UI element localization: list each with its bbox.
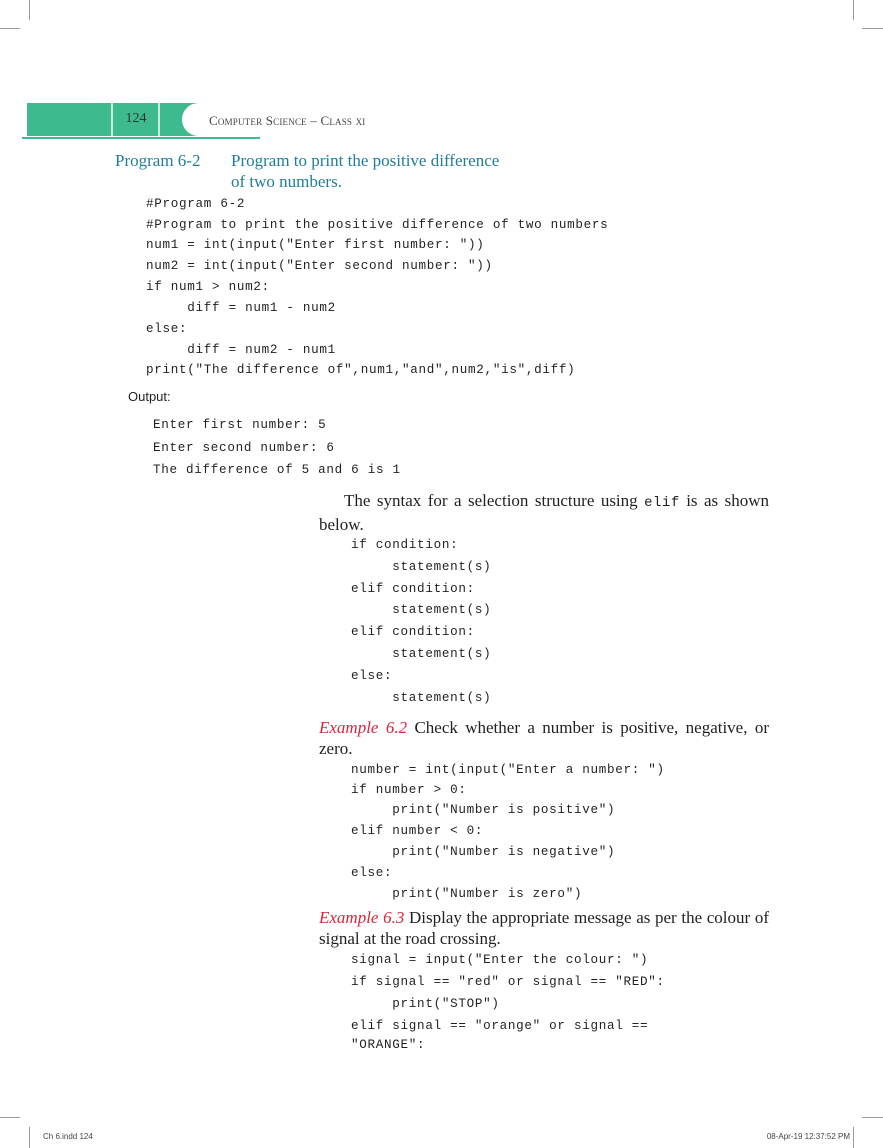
code-line: num2 = int(input("Enter second number: "… (146, 259, 493, 273)
example-label: Example 6.3 (319, 908, 405, 927)
code-line: statement(s) (351, 647, 492, 661)
footer-timestamp: 08-Apr-19 12:37:52 PM (766, 1132, 850, 1141)
code-line: print("Number is zero") (351, 887, 583, 901)
code-line: print("STOP") (351, 997, 500, 1011)
code-line: else: (351, 866, 393, 880)
code-line: num1 = int(input("Enter first number: ")… (146, 238, 485, 252)
code-line: print("The difference of",num1,"and",num… (146, 363, 576, 377)
crop-mark (0, 1117, 20, 1118)
syntax-paragraph: The syntax for a selection structure usi… (319, 490, 769, 535)
crop-mark (853, 1127, 854, 1148)
program-title-line2: of two numbers. (231, 172, 342, 191)
header-divider (111, 103, 113, 136)
code-line: else: (351, 669, 393, 683)
crop-mark (29, 1127, 30, 1148)
inline-code-elif: elif (644, 495, 680, 511)
code-line: if number > 0: (351, 783, 467, 797)
program-title-line1: Program to print the positive difference (231, 151, 500, 170)
code-line: #Program 6-2 (146, 197, 246, 211)
code-line: signal = input("Enter the colour: ") (351, 953, 649, 967)
syntax-text: The syntax for a selection structure usi… (344, 491, 645, 510)
code-line: "ORANGE": (351, 1038, 426, 1052)
code-line: if num1 > num2: (146, 280, 270, 294)
page-number: 124 (125, 111, 147, 126)
code-line: #Program to print the positive differenc… (146, 218, 609, 232)
running-head: Computer Science – Class xi (209, 113, 366, 128)
crop-mark (29, 0, 30, 20)
code-line: diff = num2 - num1 (146, 343, 336, 357)
crop-mark (0, 28, 20, 29)
code-line: print("Number is negative") (351, 845, 616, 859)
footer-file-info: Ch 6.indd 124 (43, 1132, 93, 1141)
code-line: elif signal == "orange" or signal == (351, 1019, 649, 1033)
example-6-3-statement: Example 6.3 Display the appropriate mess… (319, 907, 769, 949)
code-line: statement(s) (351, 691, 492, 705)
output-label: Output: (128, 389, 171, 404)
code-line: elif number < 0: (351, 824, 484, 838)
example-label: Example 6.2 (319, 718, 408, 737)
crop-mark (862, 1117, 883, 1118)
code-line: diff = num1 - num2 (146, 301, 336, 315)
code-line: elif condition: (351, 582, 475, 596)
program-number: Program 6-2 (115, 151, 201, 170)
example-6-2-statement: Example 6.2 Check whether a number is po… (319, 717, 769, 759)
code-line: if condition: (351, 538, 459, 552)
program-caption: Program 6-2 Program to print the positive… (115, 150, 499, 192)
output-line: The difference of 5 and 6 is 1 (153, 463, 401, 477)
code-line: number = int(input("Enter a number: ") (351, 763, 665, 777)
header-underline (22, 137, 260, 139)
output-line: Enter first number: 5 (153, 418, 327, 432)
crop-mark (853, 0, 854, 20)
output-line: Enter second number: 6 (153, 441, 335, 455)
code-line: statement(s) (351, 603, 492, 617)
code-line: statement(s) (351, 560, 492, 574)
code-line: else: (146, 322, 188, 336)
code-line: elif condition: (351, 625, 475, 639)
header-divider (158, 103, 160, 136)
code-line: if signal == "red" or signal == "RED": (351, 975, 665, 989)
code-line: print("Number is positive") (351, 803, 616, 817)
crop-mark (862, 28, 883, 29)
